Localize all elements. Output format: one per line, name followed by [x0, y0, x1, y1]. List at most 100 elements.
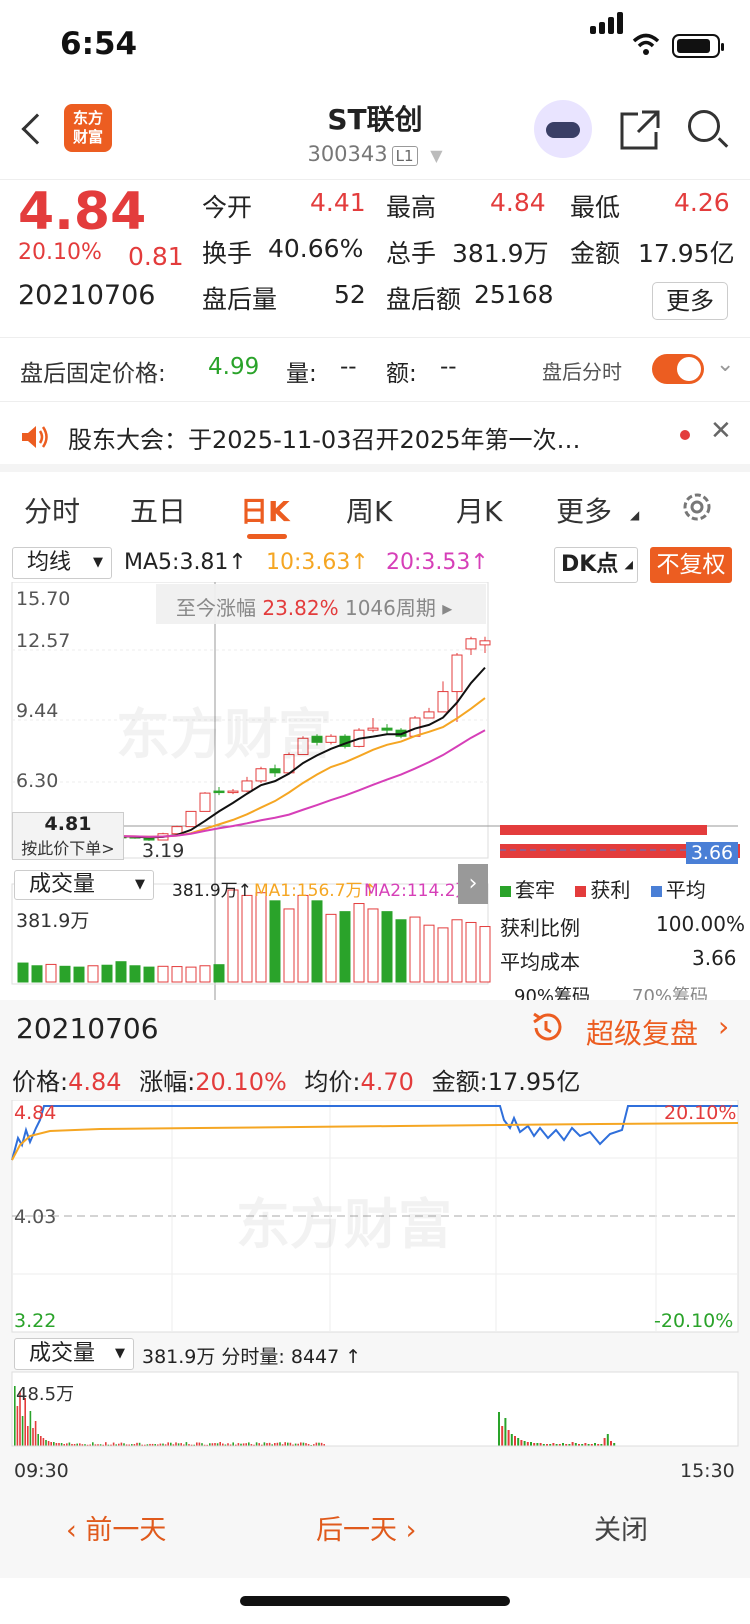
dk-select[interactable]: DK点 ◢	[554, 547, 638, 583]
candle	[438, 692, 448, 712]
close-button[interactable]: 关闭	[594, 1508, 648, 1547]
intraday-volume-bar	[186, 1442, 188, 1446]
after-vol-value: 52	[334, 280, 366, 309]
chevron-down-icon[interactable]: ⌄	[716, 352, 734, 377]
candle	[480, 641, 490, 645]
intraday-volume-bar	[284, 1442, 286, 1446]
ma-row: 均线 ▼ MA5:3.81↑ 10:3.63↑ 20:3.53↑ DK点 ◢ 不复权	[0, 544, 750, 582]
status-time: 6:54	[60, 26, 137, 62]
intraday-volume-bar	[504, 1418, 506, 1446]
intraday-chart[interactable]	[0, 1100, 750, 1490]
notice-bar[interactable]: 股东大会：于2025-11-03召开2025年第一次… ✕	[0, 402, 750, 472]
turnover-value: 40.66%	[268, 234, 363, 263]
volume-bar	[46, 964, 56, 982]
ma-select[interactable]: 均线 ▼	[12, 547, 112, 579]
volume-bar	[228, 890, 238, 982]
volume-bar	[424, 925, 434, 982]
tab-more[interactable]: 更多	[556, 490, 612, 530]
intraday-volume-bar	[27, 1426, 29, 1446]
candle	[200, 793, 210, 811]
intraday-volume-bar	[48, 1441, 50, 1446]
volume-bar	[298, 895, 308, 982]
after-hours-price: 4.99	[208, 354, 259, 380]
adjust-button[interactable]: 不复权	[650, 547, 732, 583]
volume-bar	[382, 912, 392, 982]
tab-five-day[interactable]: 五日	[130, 490, 186, 530]
volume-ma1: MA1:156.7万↑	[254, 876, 377, 901]
after-hours-toggle[interactable]	[652, 354, 704, 384]
super-review-link[interactable]: 超级复盘	[586, 1012, 698, 1052]
intraday-volume-bar	[35, 1421, 37, 1446]
tab-daily-k[interactable]: 日K	[240, 490, 290, 530]
intraday-volume-bar	[167, 1442, 169, 1446]
tab-weekly-k[interactable]: 周K	[346, 490, 392, 530]
intraday-volume-bar	[50, 1442, 52, 1446]
gear-icon[interactable]	[680, 490, 714, 524]
stock-header: 东方 财富 ST联创 300343 L1 ▼	[0, 90, 750, 180]
intraday-volume-bar	[498, 1412, 500, 1446]
active-tab-indicator	[247, 534, 287, 539]
intraday-volume-bar	[196, 1442, 198, 1446]
next-day-button[interactable]: 后一天 ›	[316, 1508, 416, 1547]
close-icon[interactable]: ✕	[710, 416, 732, 446]
watermark: 东方财富	[236, 1180, 452, 1259]
intraday-y-top: 4.84	[14, 1102, 56, 1124]
volume-bar	[326, 914, 336, 982]
share-icon[interactable]	[618, 108, 662, 152]
ma5-value: MA5:3.81↑	[124, 550, 247, 575]
intraday-volume-bar	[43, 1438, 45, 1446]
tab-chip-90[interactable]: 90%筹码	[504, 982, 616, 1000]
ai-assistant-icon[interactable]	[534, 100, 592, 158]
intraday-volume-bar	[105, 1442, 107, 1446]
intraday-volume-bar	[248, 1442, 250, 1446]
level-badge: L1	[392, 146, 418, 166]
intraday-volume-bar	[17, 1406, 19, 1446]
ma20-value: 20:3.53↑	[386, 550, 489, 575]
last-price: 4.84	[18, 182, 146, 242]
high-label: 最高	[386, 188, 436, 224]
volume-select[interactable]: 成交量 ▼	[14, 870, 154, 900]
status-bar: 6:54	[0, 0, 750, 90]
collapse-arrow-icon[interactable]: ›	[458, 864, 488, 904]
bottom-bar: ‹ 前一天 后一天 › 关闭	[0, 1478, 750, 1578]
search-icon[interactable]	[688, 110, 720, 142]
crosshair-price-tag[interactable]: 4.81 按此价下单>	[12, 812, 124, 860]
history-icon[interactable]	[528, 1010, 564, 1046]
volume-bar	[466, 922, 476, 982]
chevron-right-icon[interactable]: ›	[718, 1010, 729, 1043]
tab-intraday[interactable]: 分时	[24, 490, 80, 530]
speaker-icon	[20, 424, 50, 450]
prev-day-button[interactable]: ‹ 前一天	[66, 1508, 166, 1547]
intraday-volume-bar	[527, 1442, 529, 1446]
intraday-volume-bar	[300, 1442, 302, 1446]
home-indicator	[240, 1596, 510, 1606]
intraday-volume-bar	[219, 1442, 221, 1446]
intraday-volume-bar	[232, 1442, 234, 1446]
more-button[interactable]: 更多	[652, 282, 728, 320]
volume-value: 381.9万	[452, 234, 549, 270]
after-vol-label: 盘后量	[202, 280, 277, 316]
after-hours-toggle-label: 盘后分时	[542, 356, 622, 385]
intraday-volume-bar	[113, 1443, 115, 1446]
volume-bar	[354, 904, 364, 982]
volume-bar	[158, 966, 168, 982]
avg-cost-label: 平均成本	[500, 946, 580, 975]
amount-value: 17.95亿	[638, 234, 735, 270]
triangle-icon: ◢	[630, 508, 639, 522]
kline-chart[interactable]	[0, 582, 750, 1000]
intraday-pct-top: 20.10%	[664, 1102, 736, 1124]
open-value: 4.41	[310, 188, 366, 217]
battery-icon	[672, 34, 720, 58]
intraday-volume-bar	[37, 1434, 39, 1446]
period-tabs: 分时 五日 日K 周K 月K 更多 ◢	[0, 478, 750, 544]
intraday-volume-bar	[530, 1442, 532, 1446]
avg-cost-value: 3.66	[692, 946, 737, 970]
low-value: 4.26	[674, 188, 730, 217]
tab-monthly-k[interactable]: 月K	[456, 490, 502, 530]
volume-bar	[396, 920, 406, 982]
volume-bar	[144, 967, 154, 982]
intraday-volume-select[interactable]: 成交量 ▼	[14, 1338, 134, 1370]
tab-chip-70[interactable]: 70%筹码	[628, 982, 738, 1000]
intraday-volume-bar	[22, 1416, 24, 1446]
volume-label: 总手	[386, 234, 436, 270]
